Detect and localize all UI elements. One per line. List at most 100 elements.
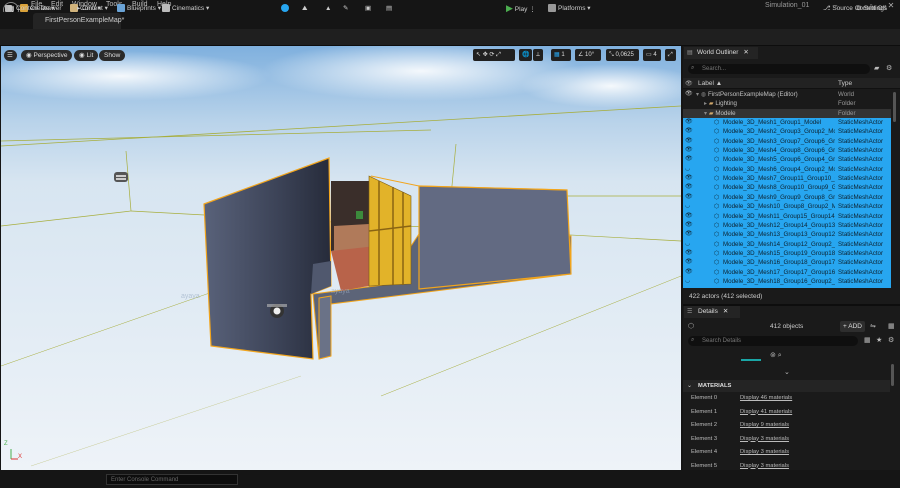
display-materials-link[interactable]: Display 3 materials <box>740 460 789 473</box>
outliner-row[interactable]: 👁 ⬡ Modele_3D_Mesh9_Group9_Group8_Gro Stati… <box>683 192 891 203</box>
eye-icon[interactable]: 👁 <box>685 230 693 239</box>
favorite-icon[interactable]: ★ <box>876 336 882 344</box>
eye-icon[interactable]: 👁 <box>685 137 693 146</box>
eye-icon[interactable]: 👁 <box>685 146 693 155</box>
show-button[interactable]: Show <box>99 50 126 61</box>
grid-snap[interactable]: ▦ 1 <box>551 49 571 61</box>
outliner-row[interactable]: 👁 ⬡ Modele_3D_Mesh11_Group15_Group14_ Stati… <box>683 211 891 221</box>
expand-chevron-icon[interactable]: ⌄ <box>784 368 790 376</box>
viewport-menu-button[interactable]: ☰ <box>4 50 17 61</box>
eye-icon[interactable]: 👁 <box>685 249 693 258</box>
outliner-row[interactable]: ◡ ⬡ Modele_3D_Mesh18_Group16_Group2_M Stati… <box>683 276 891 287</box>
eye-icon[interactable]: 👁 <box>685 221 693 230</box>
scale-snap[interactable]: ⤡ 0,0625 <box>606 49 639 61</box>
outliner-row[interactable]: ◡ ⬡ Modele_3D_Mesh10_Group8_Group2_Mo Stati… <box>683 202 891 212</box>
transform-tools[interactable]: ↖ ✥ ⟳ ⤢ <box>473 49 515 61</box>
display-materials-link[interactable]: Display 3 materials <box>740 433 789 446</box>
eye-icon[interactable]: 👁 <box>685 118 693 127</box>
display-materials-link[interactable]: Display 3 materials <box>740 446 789 459</box>
rotation-snap[interactable]: ∠ 10° <box>575 49 601 61</box>
outliner-row[interactable]: 👁 ⬡ Modele_3D_Mesh13_Group13_Group12_ Stati… <box>683 230 891 240</box>
add-component-button[interactable]: + ADD <box>840 321 865 332</box>
source-control-button[interactable]: ⎇ Source Control Off <box>823 4 886 12</box>
details-settings-icon[interactable]: ⚙ <box>888 336 894 344</box>
outliner-folder-modele[interactable]: ▾ ▰ Modele Folder <box>683 108 891 118</box>
paint-mode-icon[interactable]: ✎ <box>343 3 348 14</box>
tab-map[interactable]: FirstPersonExampleMap* <box>33 13 124 29</box>
element-label: Element 1 <box>691 408 718 415</box>
outliner-row[interactable]: 👁 ⬡ Modele_3D_Mesh4_Group8_Group6_Gro Stati… <box>683 146 891 156</box>
outliner-row[interactable]: 👁 ⬡ Modele_3D_Mesh17_Group17_Group16_ Stati… <box>683 267 891 277</box>
platforms-button[interactable]: Platforms ▾ <box>548 3 591 14</box>
outliner-row[interactable]: 👁 ⬡ Modele_3D_Mesh15_Group19_Group18_ Stati… <box>683 248 891 259</box>
folder-add-icon[interactable]: ▰ <box>874 64 879 72</box>
display-materials-link[interactable]: Display 9 materials <box>740 419 789 432</box>
camera-speed[interactable]: ▭ 4 <box>643 49 661 61</box>
cinematics-button[interactable]: Cinematics ▾ <box>162 3 209 14</box>
visibility-column-icon[interactable]: 👁 <box>685 80 693 87</box>
eye-icon[interactable]: 👁 <box>685 155 693 164</box>
blueprint-convert-icon[interactable]: ⇋ <box>870 322 876 330</box>
row-type: StaticMeshActor <box>838 147 884 155</box>
row-label: Modele_3D_Mesh5_Group6_Group4_Gro <box>723 156 835 164</box>
eye-icon[interactable]: 👁 <box>685 127 693 136</box>
details-scrollbar[interactable] <box>891 364 894 386</box>
select-mode-icon[interactable] <box>281 3 291 14</box>
lit-button[interactable]: ◉ Lit <box>74 50 99 61</box>
maximize-viewport-icon[interactable]: ⤢ <box>665 49 676 61</box>
eye-icon[interactable]: 👁 <box>685 90 693 99</box>
outliner-settings-icon[interactable]: ⚙ <box>886 64 892 72</box>
landscape-mode-icon[interactable]: ⛰ <box>302 3 307 14</box>
cmd-button[interactable]: ▸ Cmd ▾ <box>77 4 101 12</box>
console-command-input[interactable]: Enter Console Command <box>106 474 238 485</box>
static-mesh-icon: ⬡ <box>714 128 720 136</box>
eye-icon[interactable]: 👁 <box>685 183 693 192</box>
outliner-row[interactable]: ◡ ⬡ Modele_3D_Mesh14_Group12_Group2_M Stati… <box>683 239 891 249</box>
details-search-input[interactable]: Search Details <box>688 336 858 346</box>
outliner-row[interactable]: 👁 ⬡ Modele_3D_Mesh8_Group10_Group9_Gr Stati… <box>683 183 891 193</box>
outliner-row[interactable]: 👁 ⬡ Modele_3D_Mesh7_Group11_Group10_G Stati… <box>683 174 891 184</box>
play-button[interactable]: ▶ Play ⋮ <box>506 3 536 14</box>
perspective-button[interactable]: ◉ Perspective <box>21 50 73 61</box>
outliner-row[interactable]: 👁 ⬡ Modele_3D_Mesh3_Group7_Group6_Gro Stati… <box>683 136 891 146</box>
eye-icon[interactable]: 👁 <box>685 193 693 202</box>
row-type: StaticMeshActor <box>838 240 884 248</box>
outliner-row[interactable]: 👁 ⬡ Modele_3D_Mesh1_Group1_Model StaticMesh… <box>683 118 891 128</box>
outliner-root-row[interactable]: 👁 ▾ ◍ FirstPersonExampleMap (Editor) Wor… <box>683 90 891 99</box>
outliner-row[interactable]: 👁 ⬡ Modele_3D_Mesh2_Group3_Group2_Mo Static… <box>683 127 891 137</box>
tab-details[interactable]: Details ✕ <box>684 306 740 318</box>
column-type[interactable]: Type <box>838 80 852 87</box>
outliner-scrollbar[interactable] <box>893 92 896 122</box>
blueprints-icon <box>117 4 125 13</box>
eye-icon[interactable]: ◡ <box>685 277 690 286</box>
outliner-folder-lighting[interactable]: ▸ ▰ Lighting Folder <box>683 99 891 108</box>
mesh-mode-icon[interactable]: ▣ <box>365 3 371 14</box>
outliner-search-input[interactable]: Search... <box>688 64 870 74</box>
eye-icon[interactable]: 👁 <box>685 258 693 267</box>
outliner-row[interactable]: 👁 ⬡ Modele_3D_Mesh16_Group18_Group17_ Stati… <box>683 258 891 268</box>
outliner-row[interactable]: ◡ ⬡ Modele_3D_Mesh6_Group4_Group2_Mo Static… <box>683 164 891 175</box>
eye-icon[interactable]: 👁 <box>685 174 693 183</box>
outliner-row[interactable]: 👁 ⬡ Modele_3D_Mesh12_Group14_Group13_ Stati… <box>683 220 891 231</box>
foliage-mode-icon[interactable]: ▲ <box>325 3 331 14</box>
eye-icon[interactable]: 👁 <box>685 212 693 221</box>
eye-icon[interactable]: ◡ <box>685 202 690 211</box>
static-mesh-icon: ⬡ <box>714 193 720 201</box>
eye-icon[interactable]: ◡ <box>685 165 690 174</box>
level-viewport[interactable]: ayaya ayaya Z X ☰ ◉ Perspective ◉ Lit Sh… <box>1 46 681 470</box>
fracture-mode-icon[interactable]: ▤ <box>386 3 392 14</box>
display-materials-link[interactable]: Display 41 materials <box>740 406 792 419</box>
eye-icon[interactable]: 👁 <box>685 268 693 277</box>
eye-icon[interactable]: ◡ <box>685 240 690 249</box>
details-grid-icon[interactable]: ▦ <box>888 322 895 330</box>
outliner-row[interactable]: 👁 ⬡ Modele_3D_Mesh5_Group6_Group4_Gro Stati… <box>683 155 891 165</box>
browse-icon[interactable]: ⊚ ⌕ <box>770 351 782 360</box>
blueprints-button[interactable]: Blueprints ▾ <box>117 3 161 14</box>
surface-snap-icon[interactable]: ⟂ <box>533 49 544 61</box>
tab-world-outliner[interactable]: World Outliner ✕ <box>684 47 758 59</box>
property-matrix-icon[interactable]: ▦ <box>864 336 871 344</box>
display-materials-link[interactable]: Display 46 materials <box>740 392 792 405</box>
column-label[interactable]: Label ▲ <box>698 80 722 87</box>
content-drawer-button[interactable]: ▤ Content Drawer <box>8 4 62 12</box>
world-local-icon[interactable]: 🌐 <box>519 49 533 61</box>
